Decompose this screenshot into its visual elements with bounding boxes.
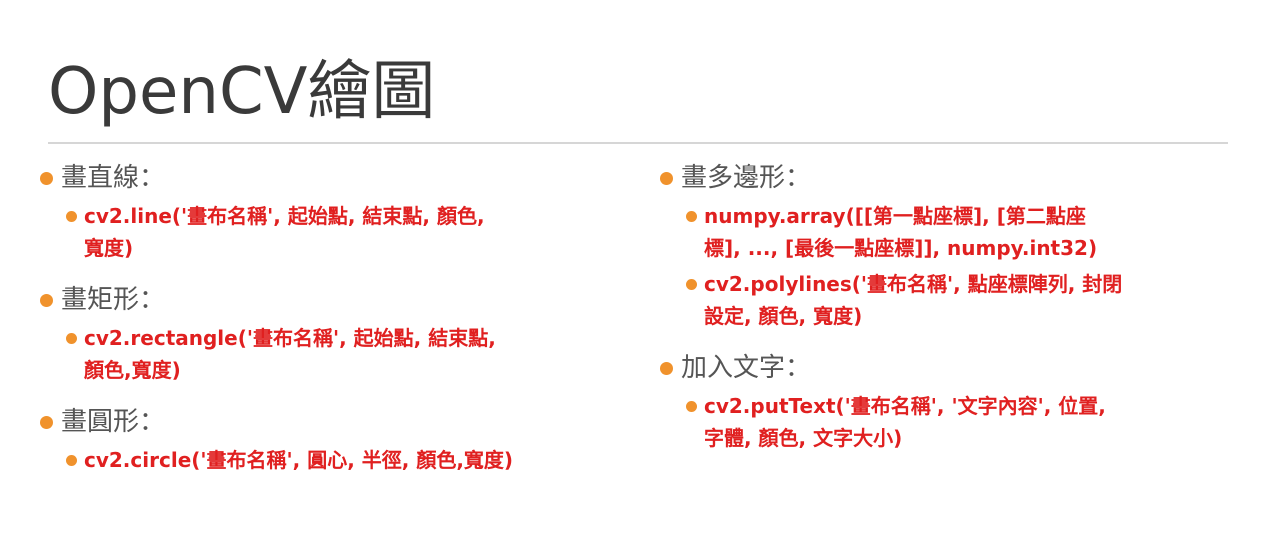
section-heading: 畫直線： — [40, 156, 630, 200]
bullet-icon — [66, 455, 77, 466]
heading-text: 畫直線： — [61, 163, 166, 193]
bullet-icon — [686, 211, 697, 222]
section-heading: 畫圓形： — [40, 400, 630, 444]
bullet-icon — [660, 171, 673, 185]
right-column: 畫多邊形： numpy.array([[第一點座標], [第二點座 標], ..… — [660, 156, 1220, 468]
section-heading: 畫多邊形： — [660, 156, 1220, 200]
item-line: cv2.putText('畫布名稱', '文字內容', 位置, — [704, 394, 1106, 418]
section-heading: 加入文字： — [660, 346, 1220, 390]
bullet-icon — [660, 361, 673, 375]
left-column: 畫直線： cv2.line('畫布名稱', 起始點, 結束點, 顏色, 寬度) … — [40, 156, 630, 490]
title-divider — [48, 142, 1228, 144]
heading-text: 畫矩形： — [61, 285, 166, 315]
list-item: numpy.array([[第一點座標], [第二點座 標], ..., [最後… — [686, 200, 1220, 264]
bullet-icon — [686, 401, 697, 412]
item-line: numpy.array([[第一點座標], [第二點座 — [704, 204, 1086, 228]
list-item: cv2.circle('畫布名稱', 圓心, 半徑, 顏色,寬度) — [66, 444, 630, 476]
section-draw-line: 畫直線： cv2.line('畫布名稱', 起始點, 結束點, 顏色, 寬度) — [40, 156, 630, 264]
list-item: cv2.putText('畫布名稱', '文字內容', 位置, 字體, 顏色, … — [686, 390, 1220, 454]
item-line: cv2.circle('畫布名稱', 圓心, 半徑, 顏色,寬度) — [84, 448, 514, 472]
bullet-icon — [40, 171, 53, 185]
item-line: 顏色,寬度) — [84, 358, 181, 382]
bullet-icon — [66, 211, 77, 222]
section-heading: 畫矩形： — [40, 278, 630, 322]
bullet-icon — [66, 333, 77, 344]
heading-text: 畫圓形： — [61, 407, 166, 437]
item-line: 字體, 顏色, 文字大小) — [704, 426, 903, 450]
item-line: 標], ..., [最後一點座標]], numpy.int32) — [704, 236, 1098, 260]
heading-text: 加入文字： — [681, 353, 812, 383]
item-line: cv2.polylines('畫布名稱', 點座標陣列, 封閉 — [704, 272, 1123, 296]
section-draw-polygon: 畫多邊形： numpy.array([[第一點座標], [第二點座 標], ..… — [660, 156, 1220, 332]
slide: OpenCV繪圖 畫直線： cv2.line('畫布名稱', 起始點, 結束點,… — [0, 0, 1269, 537]
item-line: 設定, 顏色, 寬度) — [704, 304, 863, 328]
heading-text: 畫多邊形： — [681, 163, 812, 193]
item-line: cv2.rectangle('畫布名稱', 起始點, 結束點, — [84, 326, 496, 350]
section-draw-circle: 畫圓形： cv2.circle('畫布名稱', 圓心, 半徑, 顏色,寬度) — [40, 400, 630, 476]
slide-title: OpenCV繪圖 — [48, 55, 436, 129]
list-item: cv2.line('畫布名稱', 起始點, 結束點, 顏色, 寬度) — [66, 200, 630, 264]
list-item: cv2.rectangle('畫布名稱', 起始點, 結束點, 顏色,寬度) — [66, 322, 630, 386]
bullet-icon — [40, 415, 53, 429]
bullet-icon — [686, 279, 697, 290]
item-line: 寬度) — [84, 236, 134, 260]
list-item: cv2.polylines('畫布名稱', 點座標陣列, 封閉 設定, 顏色, … — [686, 268, 1220, 332]
section-draw-rectangle: 畫矩形： cv2.rectangle('畫布名稱', 起始點, 結束點, 顏色,… — [40, 278, 630, 386]
item-line: cv2.line('畫布名稱', 起始點, 結束點, 顏色, — [84, 204, 485, 228]
section-add-text: 加入文字： cv2.putText('畫布名稱', '文字內容', 位置, 字體… — [660, 346, 1220, 454]
bullet-icon — [40, 293, 53, 307]
